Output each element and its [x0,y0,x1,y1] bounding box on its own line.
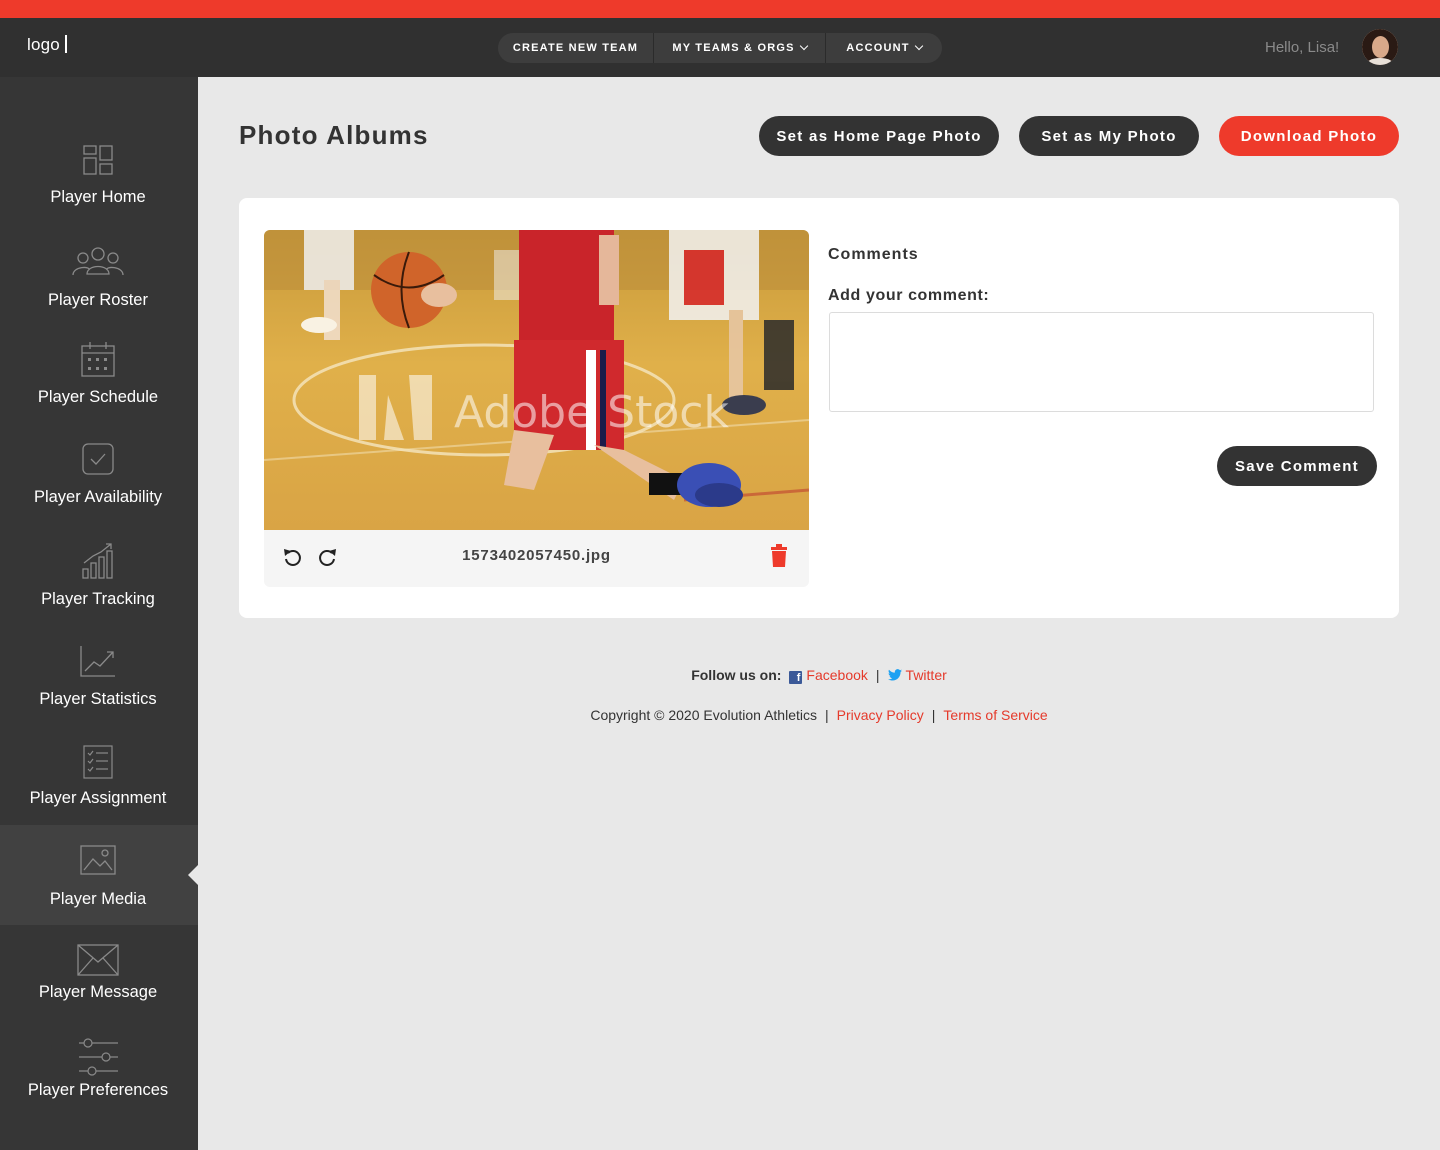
sidebar-item-player-availability[interactable]: Player Availability [0,427,198,527]
nav-label: CREATE NEW TEAM [512,42,639,54]
bar-chart-icon [82,543,113,579]
sidebar-item-player-schedule[interactable]: Player Schedule [0,327,198,427]
sidebar-item-player-media[interactable]: Player Media [0,825,198,925]
privacy-policy-link[interactable]: Privacy Policy [837,707,924,723]
save-comment-button[interactable]: Save Comment [1217,446,1377,486]
sliders-icon [79,1038,118,1076]
twitter-icon [887,669,902,681]
chevron-down-icon [914,41,923,51]
download-photo-button[interactable]: Download Photo [1219,116,1399,156]
comments-title: Comments [828,246,919,263]
facebook-icon: f [789,671,803,684]
separator: | [931,707,936,723]
nav-account[interactable]: ACCOUNT [825,33,942,63]
twitter-label: Twitter [905,667,947,683]
nav-label: MY TEAMS & ORGS [672,42,795,54]
nav-create-new-team[interactable]: CREATE NEW TEAM [498,33,653,63]
avatar-face [1372,36,1389,58]
photo-filename: 1573402057450.jpg [462,547,611,564]
terms-of-service-link[interactable]: Terms of Service [943,707,1047,723]
twitter-link[interactable]: Twitter [887,667,947,683]
image-icon [80,845,116,875]
follow-label: Follow us on: [691,667,782,683]
sidebar-item-player-roster[interactable]: Player Roster [0,230,198,330]
trash-icon[interactable] [770,544,788,568]
sidebar-item-player-preferences[interactable]: Player Preferences [0,1025,198,1125]
logo[interactable]: logo [27,35,67,55]
basketball-photo: Adobe Stock [264,230,809,530]
svg-text:Adobe Stock: Adobe Stock [454,387,729,438]
add-comment-label: Add your comment: [828,287,990,304]
page-title: Photo Albums [239,120,429,150]
checklist-icon [83,745,113,779]
separator: | [875,667,880,683]
nav-my-teams-orgs[interactable]: MY TEAMS & ORGS [653,33,825,63]
copyright-text: Copyright © 2020 Evolution Athletics [590,707,817,723]
sidebar-item-label: Player Schedule [37,388,159,406]
sidebar: Player Home Player Roster Player Schedul… [0,77,198,1150]
top-bar: logo CREATE NEW TEAM MY TEAMS & ORGS ACC… [0,18,1440,77]
sidebar-item-label: Player Tracking [41,590,155,608]
sidebar-item-label: Player Message [38,983,158,1001]
separator: | [825,707,829,723]
sidebar-item-label: Player Preferences [27,1081,169,1099]
social-links: Follow us on: f Facebook | Twitter [0,667,1440,684]
logo-cursor [64,35,67,53]
top-nav: CREATE NEW TEAM MY TEAMS & ORGS ACCOUNT [498,33,942,63]
set-my-photo-button[interactable]: Set as My Photo [1019,116,1199,156]
top-accent-stripe [0,0,1440,18]
sidebar-item-label: Player Media [49,890,147,908]
sidebar-item-label: Player Home [50,188,146,206]
sidebar-item-label: Player Roster [48,291,148,309]
avatar-shirt [1366,58,1394,65]
sidebar-item-player-assignment[interactable]: Player Assignment [0,727,198,827]
chevron-down-icon [799,41,808,51]
envelope-icon [77,944,119,976]
nav-label: ACCOUNT [846,42,910,54]
photo-toolbar: 1573402057450.jpg [264,530,809,587]
user-greeting: Hello, Lisa! [1265,39,1340,56]
group-icon [72,247,124,276]
sidebar-item-player-message[interactable]: Player Message [0,927,198,1027]
comment-textarea[interactable] [829,312,1374,412]
sidebar-item-label: Player Availability [33,488,163,506]
avatar[interactable] [1362,29,1398,65]
copyright-line: Copyright © 2020 Evolution Athletics | Pri… [0,707,1440,723]
check-square-icon [82,443,114,475]
sidebar-item-label: Player Assignment [29,789,167,807]
active-indicator [188,865,198,885]
logo-text: logo [27,35,60,54]
facebook-link[interactable]: f Facebook [789,667,868,684]
photo-preview[interactable]: Adobe Stock [264,230,809,530]
dashboard-icon [83,145,113,175]
calendar-icon [81,342,115,377]
set-home-page-photo-button[interactable]: Set as Home Page Photo [759,116,999,156]
sidebar-item-player-tracking[interactable]: Player Tracking [0,527,198,627]
sidebar-item-player-home[interactable]: Player Home [0,127,198,227]
facebook-label: Facebook [806,667,868,683]
photo-card: Adobe Stock 1573402057450.jpg Comments A… [239,198,1399,618]
